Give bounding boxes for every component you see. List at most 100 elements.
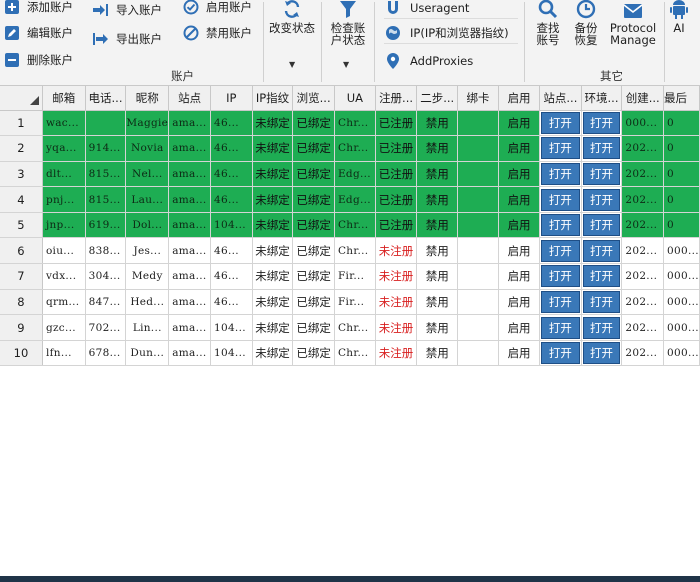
email-cell[interactable]: yqa... [42,135,86,162]
ip-fingerprint-button[interactable]: IP(IP和浏览器指纹) [384,22,518,44]
table-row[interactable]: 3 dlt... 815... Nel... ama... 46... 未绑定 已绑定 Edg.… [0,161,700,188]
table-row[interactable]: 9 gzc... 702... Lin... ama... 104... 未绑定 已绑定 Chr… [0,314,700,341]
table-row[interactable]: 6 oiu... 838... Jes... ama... 46... 未绑定 已绑定 Chr.… [0,237,700,265]
row-number[interactable]: 4 [0,186,43,213]
card-bound-cell[interactable] [457,263,500,290]
last-cell[interactable]: 000... [663,340,700,367]
phone-cell[interactable]: 914... [85,135,127,162]
site-open-button[interactable]: 打开 [541,342,580,365]
email-cell[interactable]: gzc... [42,314,86,341]
email-cell[interactable]: pnj... [42,186,86,213]
card-bound-cell[interactable] [457,186,500,213]
last-cell[interactable]: 000... [663,289,700,316]
registered-cell[interactable]: 未注册 [375,289,418,316]
table-row[interactable]: 7 vdx... 304... Medy ama... 46... 未绑定 已绑定 Fir...… [0,263,700,290]
site-open-button[interactable]: 打开 [541,214,580,237]
browser-cell[interactable]: 已绑定 [292,135,335,162]
nickname-cell[interactable]: Dol... [125,212,170,239]
nickname-cell[interactable]: Novia [125,135,170,162]
phone-cell[interactable]: 702... [85,314,127,341]
row-number[interactable]: 3 [0,161,43,188]
site-open-button[interactable]: 打开 [541,239,580,262]
ip-fingerprint-cell[interactable]: 未绑定 [252,186,294,213]
nickname-cell[interactable]: Lau... [125,186,170,213]
env-open-button[interactable]: 打开 [582,111,621,134]
ip-cell[interactable]: 104... [210,314,253,341]
email-cell[interactable]: jnp... [42,212,86,239]
row-number[interactable]: 1 [0,110,43,137]
disable-account-button[interactable]: 禁用账户 [183,23,252,43]
two-step-cell[interactable]: 禁用 [416,340,459,367]
registered-cell[interactable]: 已注册 [375,110,418,137]
registered-cell[interactable]: 已注册 [375,186,418,213]
enabled-header[interactable]: 启用 [498,86,541,111]
env-open-button[interactable]: 打开 [582,162,621,185]
nickname-header[interactable]: 昵称 [125,86,170,111]
browser-cell[interactable]: 已绑定 [292,161,335,188]
email-cell[interactable]: vdx... [42,263,86,290]
nickname-cell[interactable]: Lin... [125,314,170,341]
env-open-button[interactable]: 打开 [582,290,621,313]
ip-cell[interactable]: 46... [210,186,253,213]
two-step-cell[interactable]: 禁用 [416,186,459,213]
row-number[interactable]: 5 [0,212,43,239]
two-step-cell[interactable]: 禁用 [416,135,459,162]
nickname-cell[interactable]: Dun... [125,340,170,367]
import-account-button[interactable]: 导入账户 [93,0,162,20]
ip-header[interactable]: IP [210,86,253,111]
last-header[interactable]: 最后 [663,86,700,111]
env-open-button[interactable]: 打开 [582,342,621,365]
two-step-cell[interactable]: 禁用 [416,212,459,239]
site-open-button[interactable]: 打开 [541,137,580,160]
site-cell[interactable]: ama... [168,340,211,367]
two-step-cell[interactable]: 禁用 [416,263,459,290]
registered-header[interactable]: 注册... [375,86,418,111]
browser-cell[interactable]: 已绑定 [292,110,335,137]
phone-cell[interactable]: 815... [85,161,127,188]
last-cell[interactable]: 0 [663,161,700,188]
ip-cell[interactable]: 46... [210,263,253,290]
site-open-button[interactable]: 打开 [541,162,580,185]
last-cell[interactable]: 0 [663,212,700,239]
site-cell[interactable]: ama... [168,135,211,162]
enabled-cell[interactable]: 启用 [498,237,541,265]
enabled-cell[interactable]: 启用 [498,263,541,290]
phone-cell[interactable]: 847... [85,289,127,316]
site-header[interactable]: 站点 [168,86,211,111]
registered-cell[interactable]: 已注册 [375,161,418,188]
last-cell[interactable]: 000... [663,263,700,290]
ip-cell[interactable]: 104... [210,212,253,239]
select-all-corner-icon[interactable] [30,96,39,105]
backup-restore-button[interactable]: 备份恢复 [569,0,603,46]
change-status-button[interactable]: 改变状态 [266,0,318,34]
ip-fingerprint-cell[interactable]: 未绑定 [252,161,294,188]
two-step-cell[interactable]: 禁用 [416,314,459,341]
nickname-cell[interactable]: Maggie [125,110,170,137]
registered-cell[interactable]: 已注册 [375,212,418,239]
last-cell[interactable]: 0 [663,186,700,213]
last-cell[interactable]: 0 [663,135,700,162]
env-open-button[interactable]: 打开 [582,265,621,288]
site-open-button[interactable]: 打开 [541,265,580,288]
ip-fingerprint-header[interactable]: IP指纹 [252,86,294,111]
card-bound-cell[interactable] [457,110,500,137]
card-bound-cell[interactable] [457,135,500,162]
ua-cell[interactable]: Chr... [334,135,376,162]
phone-cell[interactable]: 619... [85,212,127,239]
ip-fingerprint-cell[interactable]: 未绑定 [252,135,294,162]
enabled-cell[interactable]: 启用 [498,186,541,213]
env-open-button[interactable]: 打开 [582,137,621,160]
ua-header[interactable]: UA [334,86,376,111]
export-account-button[interactable]: 导出账户 [93,29,162,49]
email-cell[interactable]: lfn... [42,340,86,367]
site-cell[interactable]: ama... [168,314,211,341]
nickname-cell[interactable]: Jes... [125,237,170,265]
email-cell[interactable]: dlt... [42,161,86,188]
ua-cell[interactable]: Fir... [334,263,376,290]
enable-account-button[interactable]: 启用账户 [183,0,252,17]
table-row[interactable]: 1 wac... Maggie ama... 46... 未绑定 已绑定 Chr... 已注册禁… [0,110,700,137]
two-step-cell[interactable]: 禁用 [416,110,459,137]
table-row[interactable]: 2 yqa... 914... Novia ama... 46... 未绑定 已绑定 Chr..… [0,135,700,162]
ip-fingerprint-cell[interactable]: 未绑定 [252,110,294,137]
browser-cell[interactable]: 已绑定 [292,289,335,316]
